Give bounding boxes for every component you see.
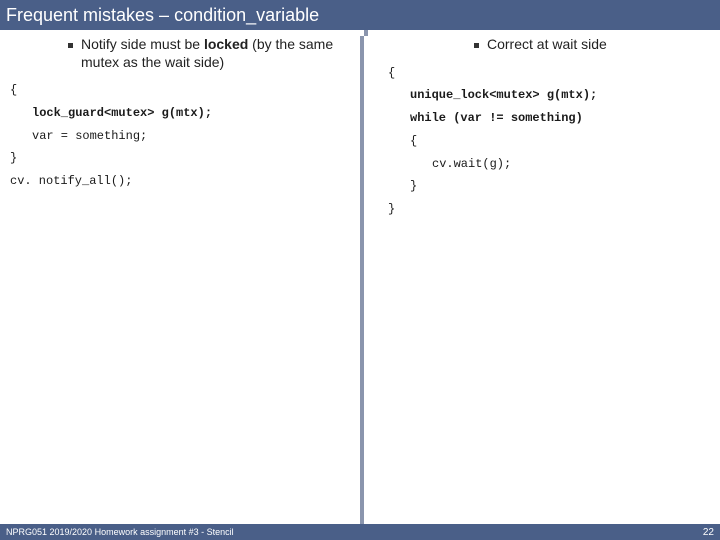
content-area: Notify side must be locked (by the same …	[0, 30, 720, 540]
code-line: }	[10, 151, 17, 165]
code-line: {	[10, 83, 17, 97]
square-bullet-icon	[474, 43, 479, 48]
code-line: cv.wait(g);	[388, 153, 708, 176]
code-line: {	[388, 66, 395, 80]
code-line: cv. notify_all();	[10, 174, 132, 188]
column-divider	[364, 30, 368, 36]
code-line: {	[388, 130, 708, 153]
code-line: var = something;	[10, 125, 352, 148]
slide-root: Frequent mistakes – condition_variable N…	[0, 0, 720, 540]
left-column: Notify side must be locked (by the same …	[0, 36, 360, 540]
left-bullet-text: Notify side must be locked (by the same …	[81, 36, 352, 71]
right-column: Correct at wait side { unique_lock<mutex…	[360, 36, 716, 540]
footer-text: NPRG051 2019/2020 Homework assignment #3…	[6, 527, 234, 537]
right-bullet-row: Correct at wait side	[384, 36, 708, 54]
page-number: 22	[703, 527, 714, 538]
footer-bar: NPRG051 2019/2020 Homework assignment #3…	[0, 524, 720, 540]
code-line: }	[388, 175, 708, 198]
code-line: unique_lock<mutex> g(mtx);	[410, 88, 597, 102]
right-code-block: { unique_lock<mutex> g(mtx); while (var …	[384, 62, 708, 222]
right-bullet-text: Correct at wait side	[487, 36, 607, 54]
left-code-block: { lock_guard<mutex> g(mtx); var = someth…	[8, 79, 352, 193]
code-line: }	[388, 202, 395, 216]
title-bar: Frequent mistakes – condition_variable	[0, 0, 720, 30]
code-line: lock_guard<mutex> g(mtx);	[32, 106, 212, 120]
slide-title: Frequent mistakes – condition_variable	[6, 5, 319, 26]
code-line: while (var != something)	[410, 111, 583, 125]
square-bullet-icon	[68, 43, 73, 48]
left-bullet-row: Notify side must be locked (by the same …	[8, 36, 352, 71]
